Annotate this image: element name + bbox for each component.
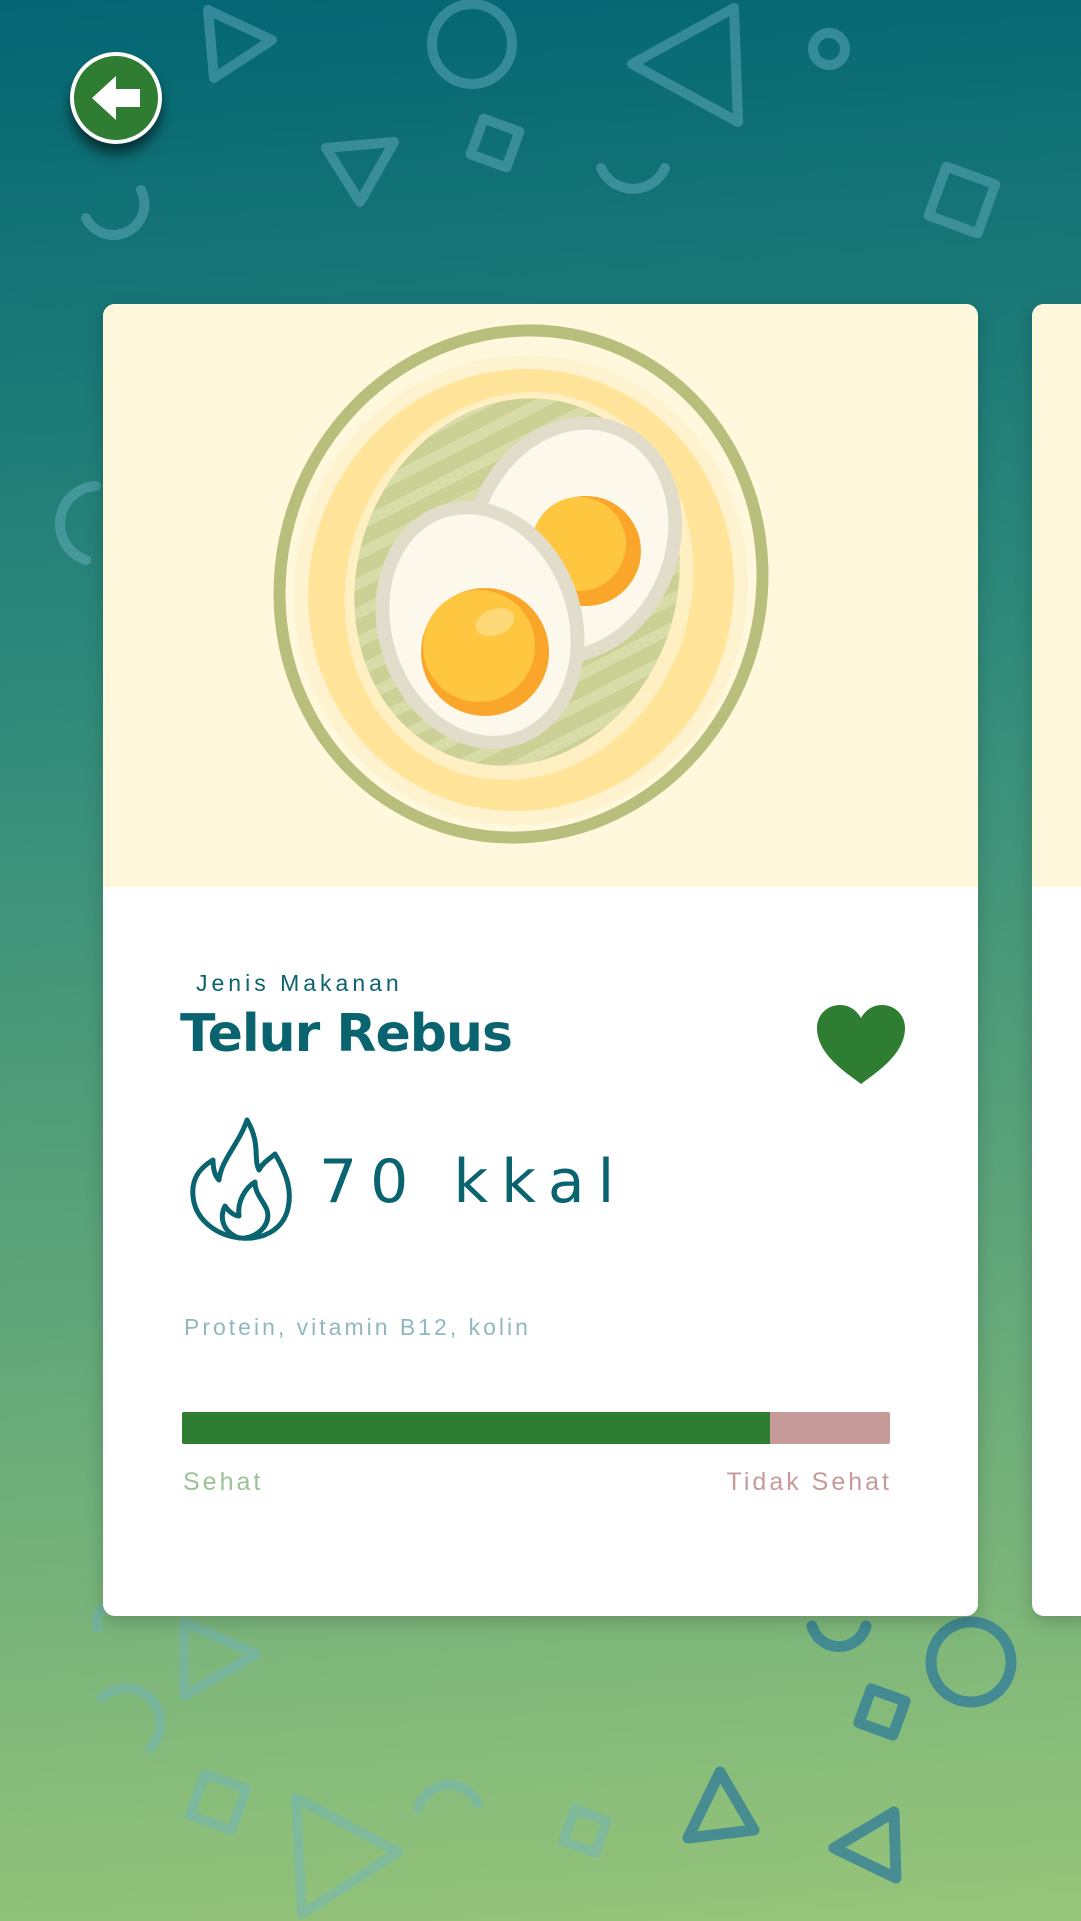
health-bar-fill — [182, 1412, 770, 1444]
favorite-button[interactable] — [813, 1002, 909, 1088]
nutrients-text: Protein, vitamin B12, kolin — [184, 1314, 531, 1340]
arrow-left-icon — [92, 76, 140, 120]
boiled-egg-illustration — [273, 324, 769, 844]
back-button[interactable] — [70, 52, 162, 144]
healthy-label: Sehat — [183, 1468, 264, 1496]
heart-icon — [817, 1005, 905, 1084]
food-card: Jenis Makanan Telur Rebus 70 kkal Protei… — [103, 304, 978, 1616]
next-card-image-area — [1032, 304, 1081, 887]
food-name: Telur Rebus — [180, 1004, 513, 1064]
calorie-value: 70 kkal — [319, 1147, 628, 1217]
flame-icon — [190, 1117, 292, 1241]
food-detail-screen: Jenis Makanan Telur Rebus 70 kkal Protei… — [0, 0, 1081, 1921]
unhealthy-label: Tidak Sehat — [726, 1468, 892, 1496]
food-type-label: Jenis Makanan — [196, 970, 403, 996]
next-food-card-peek[interactable] — [1032, 304, 1081, 1616]
health-bar — [182, 1412, 890, 1444]
food-image-area — [103, 304, 978, 887]
